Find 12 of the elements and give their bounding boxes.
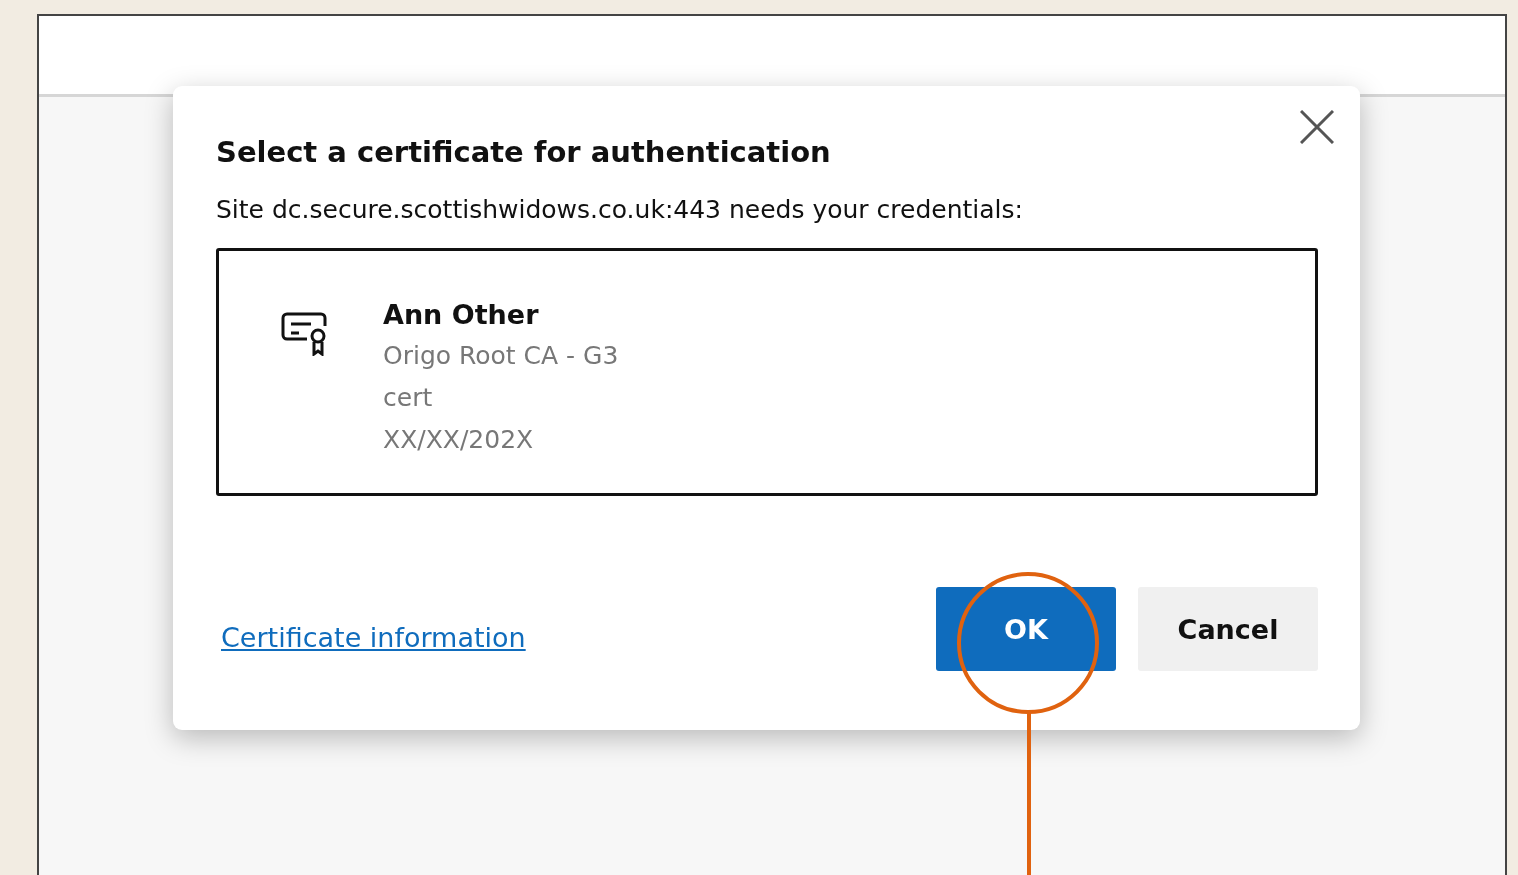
certificate-item[interactable]: Ann Other Origo Root CA - G3 cert XX/XX/202X (216, 248, 1318, 496)
certificate-name: Ann Other (383, 298, 540, 332)
cancel-button[interactable]: Cancel (1138, 587, 1318, 671)
ok-button[interactable]: OK (936, 587, 1116, 671)
certificate-info-link[interactable]: Certificate information (221, 622, 526, 653)
dialog-title: Select a certificate for authentication (216, 134, 832, 171)
certificate-type: cert (383, 382, 434, 414)
close-icon[interactable] (1300, 110, 1334, 144)
dialog-message: Site dc.secure.scottishwidows.co.uk:443 needs your credentials: (216, 194, 1024, 226)
certificate-date: XX/XX/202X (383, 424, 535, 456)
certificate-issuer: Origo Root CA - G3 (383, 340, 619, 372)
certificate-icon (281, 312, 327, 356)
